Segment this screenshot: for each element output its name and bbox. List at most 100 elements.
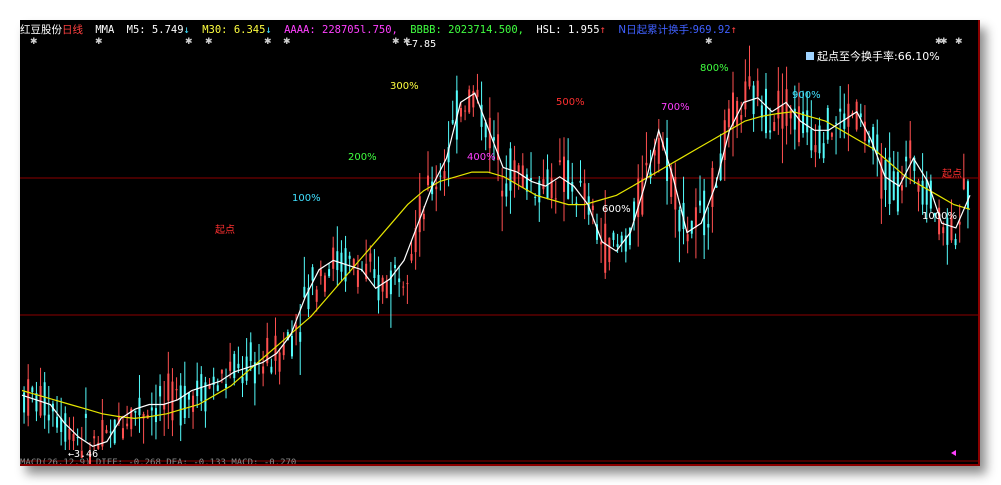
candle-body — [575, 202, 578, 204]
candle-body — [604, 223, 607, 273]
candle-body — [843, 113, 846, 129]
event-marker-icon: ✱ — [95, 37, 103, 47]
cum-up-arrow-icon: ↑ — [730, 24, 737, 36]
scroll-left-icon — [951, 450, 956, 456]
candle-body — [921, 180, 924, 205]
candle-body — [451, 120, 454, 124]
candle-body — [810, 129, 813, 151]
candle-body — [781, 104, 784, 129]
candle-body — [311, 267, 314, 281]
candle-body — [134, 410, 137, 413]
candle-body — [769, 130, 772, 133]
m30-label: M30: — [202, 24, 228, 36]
candle-body — [68, 428, 71, 440]
candle-body — [727, 108, 730, 128]
candle-body — [323, 275, 326, 292]
candle-body — [418, 196, 421, 233]
candle-body — [241, 376, 244, 384]
m5-down-arrow-icon: ↓ — [183, 24, 190, 36]
turnover-annotation: 200% — [348, 152, 377, 163]
candle-body — [249, 342, 252, 362]
candle-body — [459, 107, 462, 117]
candle-body — [340, 252, 343, 272]
candle-body — [554, 198, 557, 200]
candle-body — [422, 213, 425, 220]
candle-body — [756, 80, 759, 97]
candle-body — [612, 232, 615, 240]
turnover-annotation: 300% — [390, 81, 419, 92]
candle-body — [35, 393, 38, 412]
m5-value: 5.749 — [151, 24, 184, 36]
candle-body — [439, 175, 442, 177]
candle-body — [225, 383, 228, 389]
candle-body — [398, 278, 401, 283]
candle-body — [179, 385, 182, 426]
candle-body — [806, 110, 809, 133]
candle-body — [237, 363, 240, 369]
candle-body — [435, 186, 438, 190]
turnover-annotation: 400% — [467, 152, 496, 163]
candle-body — [707, 223, 710, 228]
candle-body — [159, 386, 162, 397]
candle-body — [579, 180, 582, 183]
candle-body — [835, 122, 838, 124]
candle-body — [43, 382, 46, 416]
candle-body — [138, 397, 141, 416]
m30-down-arrow-icon: ↓ — [265, 24, 272, 36]
candle-body — [303, 286, 306, 298]
candle-body — [542, 179, 545, 190]
candle-body — [699, 200, 702, 206]
aaaa-value: 228705l.750, — [322, 24, 398, 36]
candle-body — [616, 244, 619, 248]
candle-body — [93, 436, 96, 439]
candle-body — [105, 429, 108, 434]
legend-text: 起点至今换手率:66.10% — [817, 50, 940, 63]
event-marker-icon: ✱ — [940, 37, 948, 47]
candle-body — [839, 108, 842, 112]
candle-body — [282, 344, 285, 356]
candle-body — [558, 160, 561, 163]
candle-body — [826, 107, 829, 140]
ma30-line — [21, 111, 971, 420]
candle-body — [966, 181, 969, 210]
candle-body — [785, 89, 788, 126]
candle-body — [822, 143, 825, 159]
candle-body — [740, 115, 743, 120]
hsl-up-arrow-icon: ↑ — [599, 24, 606, 36]
candle-body — [567, 160, 570, 199]
turnover-annotation: 起点 — [215, 224, 235, 236]
candle-body — [192, 395, 195, 412]
candle-body — [859, 113, 862, 118]
period-label[interactable]: 日线 — [62, 24, 83, 36]
cum-turnover-value: 969.92 — [692, 24, 731, 36]
candle-body — [563, 156, 566, 192]
turnover-annotation: 1000% — [922, 211, 957, 222]
candle-body — [764, 88, 767, 134]
candle-body — [896, 172, 899, 212]
candle-body — [464, 110, 467, 112]
candle-body — [868, 139, 871, 143]
candle-body — [109, 431, 112, 433]
turnover-annotation: 起点 — [942, 168, 962, 180]
candle-body — [394, 264, 397, 269]
candle-body — [583, 183, 586, 201]
candle-body — [270, 366, 273, 373]
candle-body — [917, 180, 920, 192]
aaaa-label: AAAA: — [284, 24, 316, 36]
candle-body — [167, 373, 170, 401]
candlestick-chart[interactable]: ←7.85←3.46起点100%200%300%400%500%600%700%… — [20, 20, 978, 464]
event-marker-icon: ✱ — [185, 37, 193, 47]
candle-body — [47, 414, 50, 421]
candle-body — [855, 101, 858, 130]
chart-panel[interactable]: ←7.85 ←3.46 起点 100% 200% 300% 400% 500% 600% 700%… — [20, 20, 980, 466]
candle-body — [299, 332, 302, 342]
m5-label: M5: — [126, 24, 146, 36]
candle-body — [686, 234, 689, 242]
candle-body — [216, 385, 219, 391]
candle-body — [744, 81, 747, 110]
event-marker-icon: ✱ — [264, 37, 272, 47]
candle-body — [925, 179, 928, 205]
candle-body — [126, 423, 129, 427]
candle-body — [336, 251, 339, 271]
candle-body — [315, 289, 318, 302]
